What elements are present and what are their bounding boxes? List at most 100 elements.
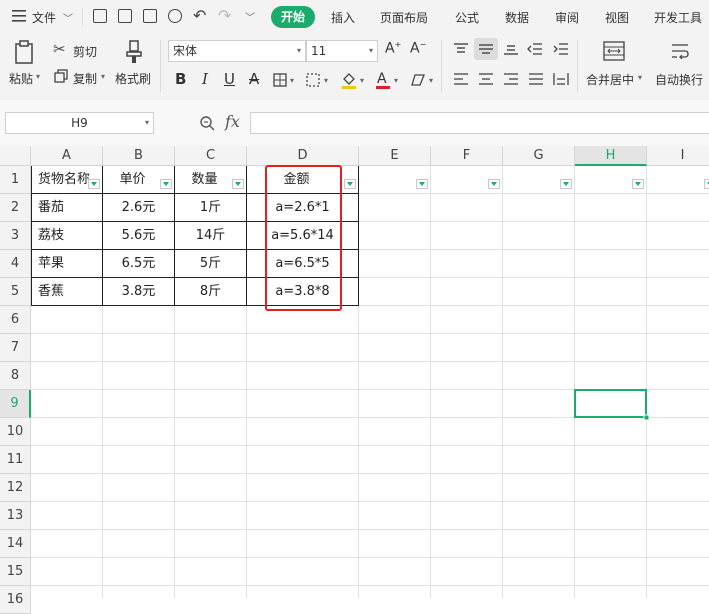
chevron-down-icon[interactable]: ▾	[394, 76, 398, 85]
cell-b5[interactable]: 3.8元	[103, 278, 175, 306]
column-header-i[interactable]: I	[647, 146, 709, 166]
column-header-f[interactable]: F	[431, 146, 503, 166]
tab-formulas[interactable]: 公式	[455, 9, 479, 26]
cell-b2[interactable]: 2.6元	[103, 194, 175, 222]
cell-a2[interactable]: 番茄	[31, 194, 103, 222]
fill-color-icon[interactable]	[341, 71, 357, 89]
cell-d1[interactable]: 金额	[247, 166, 359, 194]
bold-icon[interactable]: B	[175, 70, 186, 88]
increase-indent-icon[interactable]	[553, 42, 569, 56]
borders-icon[interactable]	[273, 73, 287, 87]
cell-c5[interactable]: 8斤	[175, 278, 247, 306]
file-menu[interactable]: 文件	[32, 9, 56, 26]
font-size-select[interactable]: 11 ▾	[306, 40, 378, 62]
cell-d5[interactable]: a=3.8*8	[247, 278, 359, 306]
cell-a4[interactable]: 苹果	[31, 250, 103, 278]
strikethrough-icon[interactable]: A	[249, 70, 259, 88]
cell-d2[interactable]: a=2.6*1	[247, 194, 359, 222]
row-header-6[interactable]: 6	[0, 306, 31, 334]
redo-icon[interactable]: ↷	[218, 6, 231, 25]
filter-dropdown-b-icon[interactable]	[160, 179, 172, 189]
format-painter-icon[interactable]	[124, 40, 144, 64]
row-header-7[interactable]: 7	[0, 334, 31, 362]
merge-center-icon[interactable]	[603, 41, 625, 61]
row-header-14[interactable]: 14	[0, 530, 31, 558]
clear-format-icon[interactable]	[410, 73, 426, 87]
filter-dropdown-c-icon[interactable]	[232, 179, 244, 189]
format-painter-button[interactable]: 格式刷	[115, 70, 151, 87]
align-center-icon[interactable]	[478, 72, 494, 86]
column-header-g[interactable]: G	[503, 146, 575, 166]
wrap-text-button[interactable]: 自动换行	[655, 71, 703, 88]
tab-developer[interactable]: 开发工具	[654, 9, 702, 26]
cut-button[interactable]: 剪切	[73, 43, 97, 60]
copy-button[interactable]: 复制	[73, 70, 97, 87]
justify-icon[interactable]	[528, 72, 544, 86]
filter-dropdown-a-icon[interactable]	[88, 179, 100, 189]
font-name-select[interactable]: 宋体 ▾	[168, 40, 306, 62]
cell-c4[interactable]: 5斤	[175, 250, 247, 278]
formula-input[interactable]	[250, 112, 709, 134]
chevron-down-icon[interactable]: ▾	[36, 72, 40, 81]
font-color-icon[interactable]: A	[376, 70, 390, 90]
align-bottom-icon[interactable]	[503, 42, 519, 56]
row-header-4[interactable]: 4	[0, 250, 31, 278]
cell-d3[interactable]: a=5.6*14	[247, 222, 359, 250]
select-all-corner[interactable]	[0, 146, 31, 166]
tab-review[interactable]: 审阅	[555, 9, 579, 26]
cell-a3[interactable]: 荔枝	[31, 222, 103, 250]
row-header-15[interactable]: 15	[0, 558, 31, 586]
save-icon[interactable]	[93, 9, 107, 23]
tab-home[interactable]: 开始	[271, 6, 315, 28]
paste-button[interactable]: 粘贴	[9, 70, 33, 87]
insert-function-icon[interactable]: fx	[225, 112, 240, 131]
decrease-indent-icon[interactable]	[527, 42, 543, 56]
chevron-down-icon[interactable]: ﹀	[63, 10, 73, 25]
row-header-5[interactable]: 5	[0, 278, 31, 306]
name-box[interactable]: H9 ▾	[5, 112, 154, 134]
cell-a5[interactable]: 香蕉	[31, 278, 103, 306]
more-quick-access-icon[interactable]: ﹀	[245, 9, 255, 24]
wrap-text-icon[interactable]	[669, 41, 691, 61]
underline-icon[interactable]: U	[224, 70, 235, 88]
cell-b3[interactable]: 5.6元	[103, 222, 175, 250]
hamburger-menu-icon[interactable]	[12, 10, 26, 22]
column-header-b[interactable]: B	[103, 146, 175, 166]
scissors-icon[interactable]: ✂	[53, 40, 66, 58]
chevron-down-icon[interactable]: ▾	[638, 73, 642, 82]
column-header-a[interactable]: A	[31, 146, 103, 166]
zoom-search-icon[interactable]	[199, 115, 215, 131]
chevron-down-icon[interactable]: ▾	[360, 76, 364, 85]
paste-icon[interactable]	[14, 40, 34, 64]
chevron-down-icon[interactable]: ▾	[290, 76, 294, 85]
row-header-12[interactable]: 12	[0, 474, 31, 502]
cell-b4[interactable]: 6.5元	[103, 250, 175, 278]
filter-dropdown-g-icon[interactable]	[560, 179, 572, 189]
chevron-down-icon[interactable]: ▾	[324, 76, 328, 85]
column-header-h[interactable]: H	[575, 146, 647, 166]
copy-icon[interactable]	[54, 69, 68, 83]
row-header-9[interactable]: 9	[0, 390, 31, 418]
chevron-down-icon[interactable]: ▾	[101, 72, 105, 81]
filter-dropdown-d-icon[interactable]	[344, 179, 356, 189]
increase-font-size-icon[interactable]: A+	[385, 40, 401, 57]
row-header-16[interactable]: 16	[0, 586, 31, 614]
row-header-3[interactable]: 3	[0, 222, 31, 250]
cell-c3[interactable]: 14斤	[175, 222, 247, 250]
column-header-d[interactable]: D	[247, 146, 359, 166]
tab-page-layout[interactable]: 页面布局	[380, 9, 428, 26]
tab-view[interactable]: 视图	[605, 9, 629, 26]
tab-data[interactable]: 数据	[505, 9, 529, 26]
row-header-1[interactable]: 1	[0, 166, 31, 194]
export-pdf-icon[interactable]	[118, 9, 132, 23]
spreadsheet-grid[interactable]: ABCDEFGHI 1 2 3 4 5 6 7 8 9 10 11 12 13 14 15 16 货物名称 单价…	[0, 146, 709, 614]
decrease-font-size-icon[interactable]: A−	[410, 40, 426, 57]
cell-style-icon[interactable]	[306, 73, 320, 87]
row-header-11[interactable]: 11	[0, 446, 31, 474]
filter-dropdown-h-icon[interactable]	[632, 179, 644, 189]
undo-icon[interactable]: ↶	[193, 6, 206, 25]
cell-c2[interactable]: 1斤	[175, 194, 247, 222]
cell-d4[interactable]: a=6.5*5	[247, 250, 359, 278]
chevron-down-icon[interactable]: ▾	[429, 76, 433, 85]
align-middle-icon[interactable]	[474, 38, 498, 60]
